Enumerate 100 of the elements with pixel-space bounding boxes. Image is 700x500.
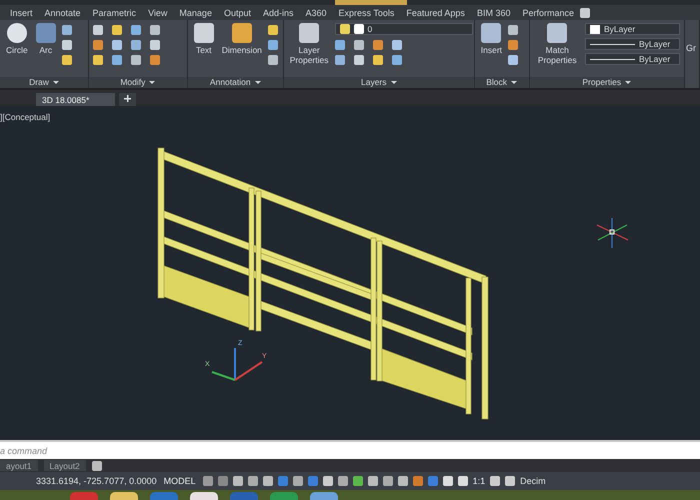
tool-icon: [36, 23, 56, 43]
caret-icon: [390, 81, 396, 84]
coordinates-readout: 3331.6194, -725.7077, 0.0000: [36, 476, 157, 486]
status-tool-icon[interactable]: [322, 476, 333, 486]
ribbon-tab[interactable]: Featured Apps: [400, 5, 471, 20]
layout-tab[interactable]: Layout2: [44, 460, 86, 471]
command-field[interactable]: a command: [0, 440, 700, 459]
taskbar-icon[interactable]: [190, 492, 218, 500]
caret-icon: [149, 81, 156, 84]
ribbon-tab[interactable]: View: [142, 5, 174, 20]
status-tool-icon[interactable]: [442, 476, 453, 486]
tool-icon: [6, 23, 27, 43]
status-tool-icon[interactable]: [352, 476, 363, 486]
status-tool-icon[interactable]: [398, 476, 408, 486]
taskbar-icon[interactable]: [110, 492, 138, 500]
caret-icon: [511, 81, 518, 84]
ribbon-tab[interactable]: A360: [300, 5, 333, 20]
tool-icon[interactable]: [508, 40, 518, 50]
status-tool-icon[interactable]: [202, 476, 213, 486]
ribbon-tab[interactable]: Performance: [516, 5, 580, 20]
status-tool-icon[interactable]: [382, 476, 393, 486]
tool-icon[interactable]: [62, 40, 72, 50]
property-dropdown[interactable]: ByLayer: [584, 23, 680, 35]
tool-icon[interactable]: [508, 25, 518, 35]
ribbon-tab[interactable]: Express Tools: [332, 5, 400, 20]
tool-icon: [299, 23, 320, 43]
tool-icon[interactable]: [150, 25, 160, 35]
new-tab-button[interactable]: [119, 93, 136, 106]
panel-title[interactable]: Properties: [530, 77, 684, 88]
ribbon-tool-button[interactable]: Text: [192, 23, 216, 55]
property-value: ByLayer: [638, 39, 670, 49]
layer-name: 0: [368, 24, 372, 34]
ribbon-tool-button[interactable]: Match Properties: [534, 23, 581, 65]
tool-icon[interactable]: [62, 55, 72, 65]
caret-icon: [625, 81, 632, 84]
ribbon-tab[interactable]: Add-ins: [256, 5, 300, 20]
layer-dropdown[interactable]: 0: [334, 23, 472, 35]
status-tool-icon[interactable]: [232, 476, 243, 486]
ribbon-tool-button[interactable]: Insert: [478, 23, 504, 55]
status-tool-icon[interactable]: [292, 476, 303, 486]
axis-drawing: [212, 348, 263, 381]
panel-title[interactable]: Modify: [88, 77, 187, 88]
tool-icon[interactable]: [92, 25, 103, 35]
line-sample-icon: [590, 58, 635, 60]
caret-icon: [52, 81, 59, 84]
property-dropdown[interactable]: ByLayer: [584, 38, 680, 50]
tool-icon[interactable]: [130, 55, 141, 65]
status-tool-icon[interactable]: [248, 476, 258, 486]
layout-tab[interactable]: ayout1: [0, 460, 38, 471]
status-tool-icon[interactable]: [338, 476, 348, 486]
status-tool-icon[interactable]: [412, 476, 423, 486]
ribbon-tab[interactable]: BIM 360: [470, 5, 516, 20]
tool-icon[interactable]: [150, 55, 160, 65]
tool-icon[interactable]: [130, 40, 141, 50]
cursor-icon: [596, 218, 628, 248]
tool-icon[interactable]: [92, 40, 103, 50]
tool-icon[interactable]: [62, 25, 72, 35]
model-space-button[interactable]: MODEL: [162, 476, 198, 486]
property-value: ByLayer: [604, 24, 636, 34]
ribbon-tool-button[interactable]: Layer Properties: [288, 23, 330, 65]
tool-icon[interactable]: [130, 25, 141, 35]
caret-icon: [254, 81, 261, 84]
tool-icon: [194, 23, 214, 43]
annotation-scale-button[interactable]: 1:1: [472, 476, 486, 486]
tool-icon[interactable]: [268, 55, 278, 65]
tool-icon: [481, 23, 502, 43]
tool-icon[interactable]: [112, 55, 122, 65]
ribbon-tab[interactable]: Output: [218, 5, 257, 20]
panel-title[interactable]: Block: [474, 77, 529, 88]
status-tool-icon[interactable]: [458, 476, 468, 486]
property-value: ByLayer: [638, 54, 670, 64]
ribbon-tool-button[interactable]: Circle: [4, 23, 30, 55]
title-bar: [335, 0, 407, 5]
tool-icon[interactable]: [92, 55, 103, 65]
panel-title[interactable]: Draw: [0, 77, 88, 88]
ribbon-tab[interactable]: Annotate: [38, 5, 87, 20]
ribbon-tool-button[interactable]: Arc: [34, 23, 58, 55]
ribbon-tab[interactable]: Manage: [173, 5, 218, 20]
tool-icon[interactable]: [150, 40, 160, 50]
layer-color-icon[interactable]: [354, 24, 364, 34]
ribbon-tab[interactable]: Parametric: [86, 5, 142, 20]
tool-icon[interactable]: [268, 25, 278, 35]
panel-label: Gr: [686, 43, 696, 53]
document-tab[interactable]: 3D 18.0085*: [36, 93, 116, 106]
property-dropdown[interactable]: ByLayer: [584, 53, 680, 65]
status-tool-icon[interactable]: [368, 476, 378, 486]
viewport-label[interactable]: ][Conceptual]: [0, 112, 50, 122]
tool-icon: [547, 23, 568, 43]
tool-icon: [232, 23, 252, 43]
units-label: Decim: [520, 476, 546, 486]
status-tool-icon[interactable]: [262, 476, 273, 486]
taskbar-icon[interactable]: [310, 492, 338, 500]
ribbon-tool-button[interactable]: Dimension: [220, 23, 264, 55]
panel-title[interactable]: Layers: [284, 77, 474, 88]
ribbon-tab[interactable]: Insert: [4, 5, 39, 20]
tool-icon[interactable]: [268, 40, 278, 50]
tool-icon[interactable]: [112, 40, 122, 50]
panel-title[interactable]: Annotation: [188, 77, 283, 88]
tool-icon[interactable]: [508, 55, 518, 65]
tool-icon[interactable]: [112, 25, 122, 35]
